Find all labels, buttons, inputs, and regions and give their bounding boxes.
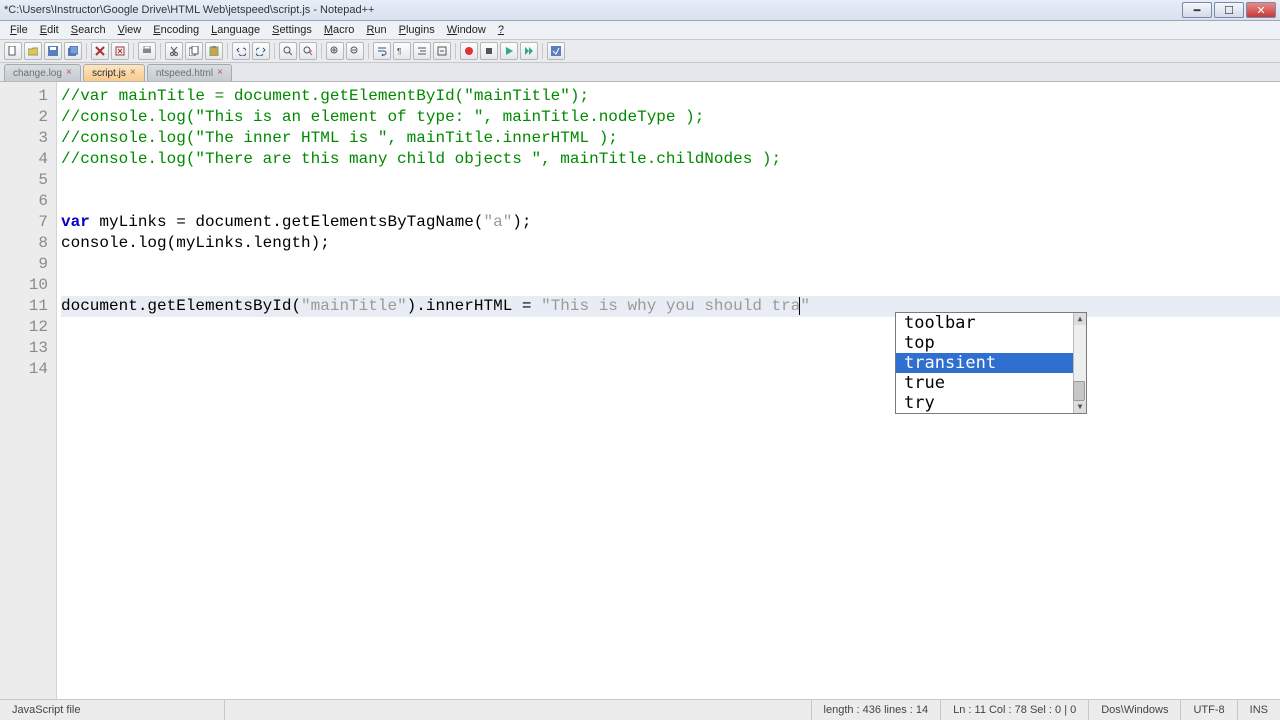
zoom-out-icon[interactable] [346,42,364,60]
status-length: length : 436 lines : 14 [812,700,942,720]
menu-run[interactable]: Run [360,24,392,36]
undo-icon[interactable] [232,42,250,60]
save-all-icon[interactable] [64,42,82,60]
status-insert-mode: INS [1238,700,1280,720]
status-filetype: JavaScript file [0,700,225,720]
copy-icon[interactable] [185,42,203,60]
editor-area: 1234567891011121314 //var mainTitle = do… [0,82,1280,699]
code-line[interactable]: //console.log("The inner HTML is ", main… [61,128,1280,149]
code-line[interactable]: //console.log("This is an element of typ… [61,107,1280,128]
code-line[interactable] [61,359,1280,380]
autocomplete-item[interactable]: transient [896,353,1086,373]
autocomplete-item[interactable]: true [896,373,1086,393]
tab-close-icon[interactable]: × [217,67,227,77]
menu-plugins[interactable]: Plugins [393,24,441,36]
menu-language[interactable]: Language [205,24,266,36]
indent-icon[interactable] [413,42,431,60]
code-line[interactable] [61,275,1280,296]
menu-bar: FileEditSearchViewEncodingLanguageSettin… [0,21,1280,40]
maximize-button[interactable]: ☐ [1214,2,1244,18]
status-encoding: UTF-8 [1181,700,1237,720]
new-icon[interactable] [4,42,22,60]
close-icon[interactable] [91,42,109,60]
autocomplete-popup[interactable]: toolbartoptransienttruetry▲▼ [895,312,1087,414]
menu-view[interactable]: View [112,24,148,36]
minimize-button[interactable]: ━ [1182,2,1212,18]
code-line[interactable]: //var mainTitle = document.getElementByI… [61,86,1280,107]
macro-save-icon[interactable] [547,42,565,60]
code-view[interactable]: //var mainTitle = document.getElementByI… [57,82,1280,699]
code-line[interactable]: var myLinks = document.getElementsByTagN… [61,212,1280,233]
app-window: *C:\Users\Instructor\Google Drive\HTML W… [0,0,1280,720]
menu-search[interactable]: Search [65,24,112,36]
autocomplete-item[interactable]: try [896,393,1086,413]
line-gutter: 1234567891011121314 [0,82,57,699]
find-icon[interactable] [279,42,297,60]
tab-script-js[interactable]: script.js× [83,64,145,81]
redo-icon[interactable] [252,42,270,60]
stop-icon[interactable] [480,42,498,60]
menu-file[interactable]: File [4,24,34,36]
record-icon[interactable] [460,42,478,60]
code-line[interactable] [61,338,1280,359]
svg-text:¶: ¶ [397,47,401,56]
fold-icon[interactable] [433,42,451,60]
close-button[interactable]: ✕ [1246,2,1276,18]
autocomplete-scrollbar[interactable]: ▲▼ [1073,313,1086,413]
status-bar: JavaScript file length : 436 lines : 14 … [0,699,1280,720]
status-position: Ln : 11 Col : 78 Sel : 0 | 0 [941,700,1089,720]
window-title: *C:\Users\Instructor\Google Drive\HTML W… [4,4,374,16]
save-icon[interactable] [44,42,62,60]
tab-ntspeed-html[interactable]: ntspeed.html× [147,64,232,81]
tab-change-log[interactable]: change.log× [4,64,81,81]
wrap-icon[interactable] [373,42,391,60]
replace-icon[interactable] [299,42,317,60]
print-icon[interactable] [138,42,156,60]
code-line[interactable]: //console.log("There are this many child… [61,149,1280,170]
cut-icon[interactable] [165,42,183,60]
status-eol: Dos\Windows [1089,700,1181,720]
autocomplete-item[interactable]: toolbar [896,313,1086,333]
code-line[interactable] [61,254,1280,275]
menu-?[interactable]: ? [492,24,510,36]
code-line[interactable] [61,317,1280,338]
autocomplete-item[interactable]: top [896,333,1086,353]
paste-icon[interactable] [205,42,223,60]
menu-edit[interactable]: Edit [34,24,65,36]
code-line[interactable] [61,170,1280,191]
play-multi-icon[interactable] [520,42,538,60]
code-line[interactable]: document.getElementsById("mainTitle").in… [61,296,1280,317]
code-line[interactable]: console.log(myLinks.length); [61,233,1280,254]
code-line[interactable] [61,191,1280,212]
menu-macro[interactable]: Macro [318,24,361,36]
tab-strip: change.log×script.js×ntspeed.html× [0,63,1280,82]
play-icon[interactable] [500,42,518,60]
menu-settings[interactable]: Settings [266,24,318,36]
tool-bar: ¶ [0,40,1280,63]
menu-window[interactable]: Window [441,24,492,36]
close-all-icon[interactable] [111,42,129,60]
zoom-in-icon[interactable] [326,42,344,60]
menu-encoding[interactable]: Encoding [147,24,205,36]
title-bar: *C:\Users\Instructor\Google Drive\HTML W… [0,0,1280,21]
open-icon[interactable] [24,42,42,60]
show-all-icon[interactable]: ¶ [393,42,411,60]
tab-close-icon[interactable]: × [130,67,140,77]
tab-close-icon[interactable]: × [66,67,76,77]
